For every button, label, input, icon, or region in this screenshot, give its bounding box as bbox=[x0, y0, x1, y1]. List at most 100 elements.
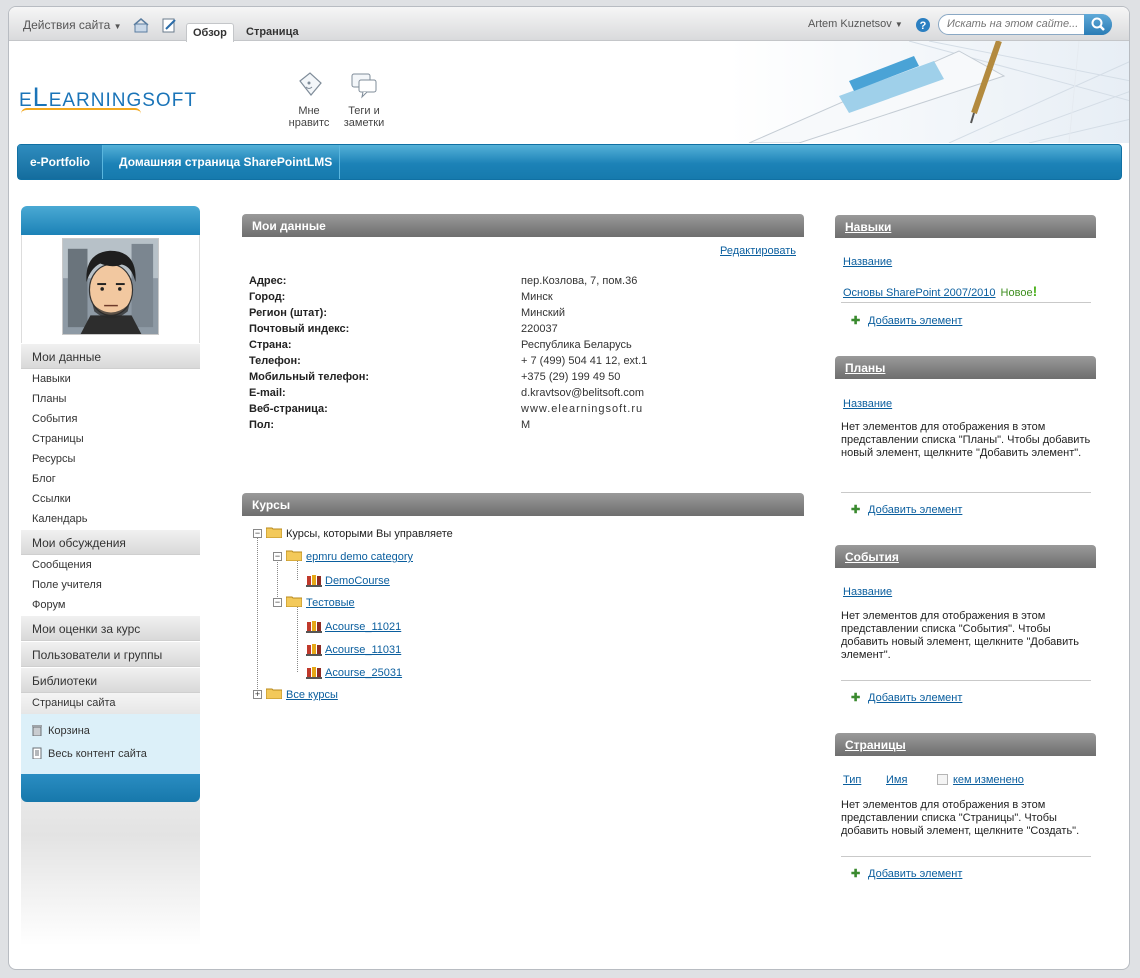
topnav-item-home[interactable]: Домашняя страница SharePointLMS bbox=[107, 145, 344, 179]
folder-icon bbox=[286, 596, 302, 607]
field-value-mobile: +375 (29) 199 49 50 bbox=[521, 371, 621, 383]
leftnav-item-plans[interactable]: Планы bbox=[21, 389, 200, 409]
avatar[interactable] bbox=[62, 238, 159, 335]
leftnav-group-discussions[interactable]: Мои обсуждения bbox=[21, 529, 200, 555]
leftnav-item-forum[interactable]: Форум bbox=[21, 595, 200, 615]
pages-title-link[interactable]: Страницы bbox=[845, 738, 906, 752]
search-input[interactable] bbox=[947, 18, 1085, 30]
avatar-container bbox=[21, 235, 200, 343]
events-column-name[interactable]: Название bbox=[843, 586, 892, 598]
course-link[interactable]: Acourse_11031 bbox=[325, 644, 401, 656]
leftnav-item-blog[interactable]: Блог bbox=[21, 469, 200, 489]
search-button[interactable] bbox=[1084, 14, 1112, 35]
field-label-zip: Почтовый индекс: bbox=[249, 323, 350, 335]
events-panel-title: События bbox=[835, 545, 1096, 568]
leftnav-item-skills[interactable]: Навыки bbox=[21, 369, 200, 389]
top-navigation: e-Portfolio Домашняя страница SharePoint… bbox=[17, 144, 1122, 180]
pages-empty-message: Нет элементов для отображения в этом пре… bbox=[841, 799, 1080, 837]
modified-by-link[interactable]: кем изменено bbox=[953, 774, 1024, 786]
field-label-mobile: Мобильный телефон: bbox=[249, 371, 370, 383]
site-actions-menu[interactable]: Действия сайта ▼ bbox=[23, 18, 122, 32]
user-name: Artem Kuznetsov bbox=[808, 18, 892, 30]
leftnav-group-grades[interactable]: Мои оценки за курс bbox=[21, 615, 200, 641]
field-value-gender: M bbox=[521, 419, 531, 431]
like-button[interactable]: Мне нравитс bbox=[279, 71, 339, 129]
leftnav-item-events[interactable]: События bbox=[21, 409, 200, 429]
field-label-gender: Пол: bbox=[249, 419, 275, 431]
logo-swoosh bbox=[21, 108, 141, 114]
leftnav-item-teacher-field[interactable]: Поле учителя bbox=[21, 575, 200, 595]
field-label-address: Адрес: bbox=[249, 275, 287, 287]
leftnav-item-site-pages[interactable]: Страницы сайта bbox=[21, 693, 200, 714]
skills-column-name[interactable]: Название bbox=[843, 256, 892, 268]
leftnav-group-libraries[interactable]: Библиотеки bbox=[21, 667, 200, 693]
leftnav-group-my-data[interactable]: Мои данные bbox=[21, 343, 200, 369]
like-label: Мне нравитс bbox=[288, 105, 330, 129]
tags-notes-button[interactable]: Теги и заметки bbox=[334, 71, 394, 129]
select-all-checkbox[interactable] bbox=[937, 774, 948, 785]
tree-node-managed-courses: Курсы, которыми Вы управляете bbox=[266, 527, 453, 545]
field-value-email: d.kravtsov@belitsoft.com bbox=[521, 387, 645, 399]
folder-icon bbox=[286, 550, 302, 561]
skill-item-link[interactable]: Основы SharePoint 2007/2010 bbox=[843, 287, 996, 299]
courses-panel-title: Курсы bbox=[242, 493, 804, 516]
field-value-country: Республика Беларусь bbox=[521, 339, 632, 351]
recycle-bin-icon bbox=[32, 725, 42, 736]
course-link[interactable]: Acourse_11021 bbox=[325, 621, 401, 633]
add-icon: ✚ bbox=[851, 868, 861, 880]
edit-link[interactable]: Редактировать bbox=[720, 245, 796, 257]
plans-add-button[interactable]: ✚ Добавить элемент bbox=[851, 503, 962, 516]
leftnav-item-pages[interactable]: Страницы bbox=[21, 429, 200, 449]
plans-title-link[interactable]: Планы bbox=[845, 361, 885, 375]
field-label-website: Веб-страница: bbox=[249, 403, 328, 415]
skills-list-item: Основы SharePoint 2007/2010 Новое! bbox=[843, 283, 1037, 299]
events-title-link[interactable]: События bbox=[845, 550, 899, 564]
help-icon[interactable]: ? bbox=[915, 17, 931, 33]
leftnav-group-users[interactable]: Пользователи и группы bbox=[21, 641, 200, 667]
skills-panel-title: Навыки bbox=[835, 215, 1096, 238]
tags-notes-icon bbox=[351, 73, 377, 99]
tree-node-course: Acourse_25031 bbox=[306, 665, 402, 683]
leftnav-item-calendar[interactable]: Календарь bbox=[21, 509, 200, 529]
skills-add-button[interactable]: ✚ Добавить элемент bbox=[851, 314, 962, 327]
field-value-zip: 220037 bbox=[521, 323, 558, 335]
add-icon: ✚ bbox=[851, 504, 861, 516]
tree-node-category: epmru demo category bbox=[286, 550, 413, 568]
tree-collapse-toggle[interactable]: − bbox=[273, 552, 282, 561]
tree-collapse-toggle[interactable]: − bbox=[253, 529, 262, 538]
navigate-up-icon[interactable] bbox=[133, 17, 149, 33]
category-link[interactable]: epmru demo category bbox=[306, 551, 413, 563]
tree-collapse-toggle[interactable]: − bbox=[273, 598, 282, 607]
skills-title-link[interactable]: Навыки bbox=[845, 220, 891, 234]
events-add-button[interactable]: ✚ Добавить элемент bbox=[851, 691, 962, 704]
add-link-label: Добавить элемент bbox=[868, 692, 963, 704]
leftnav-item-links[interactable]: Ссылки bbox=[21, 489, 200, 509]
tree-node-course: DemoCourse bbox=[306, 573, 390, 591]
edit-page-icon[interactable] bbox=[161, 17, 177, 33]
tree-expand-toggle[interactable]: + bbox=[253, 690, 262, 699]
tab-page[interactable]: Страница bbox=[240, 23, 305, 42]
leftnav-footer bbox=[21, 774, 200, 802]
course-link[interactable]: Acourse_25031 bbox=[325, 667, 402, 679]
leftnav-item-resources[interactable]: Ресурсы bbox=[21, 449, 200, 469]
course-icon bbox=[306, 667, 322, 679]
pages-panel-title: Страницы bbox=[835, 733, 1096, 756]
tab-browse[interactable]: Обзор bbox=[186, 23, 234, 42]
course-link[interactable]: DemoCourse bbox=[325, 575, 390, 587]
pages-add-button[interactable]: ✚ Добавить элемент bbox=[851, 867, 962, 880]
user-menu[interactable]: Artem Kuznetsov ▼ bbox=[808, 18, 903, 30]
pages-column-name[interactable]: Имя bbox=[886, 774, 907, 786]
plans-column-name[interactable]: Название bbox=[843, 398, 892, 410]
all-site-content-link[interactable]: Весь контент сайта bbox=[21, 745, 200, 768]
topnav-item-eportfolio[interactable]: e-Portfolio bbox=[18, 145, 103, 179]
all-courses-link[interactable]: Все курсы bbox=[286, 689, 338, 701]
search-icon bbox=[1091, 17, 1105, 31]
category-link[interactable]: Тестовые bbox=[306, 597, 355, 609]
tree-node-label: Курсы, которыми Вы управляете bbox=[286, 528, 453, 540]
divider bbox=[841, 680, 1091, 681]
add-icon: ✚ bbox=[851, 692, 861, 704]
recycle-bin-link[interactable]: Корзина bbox=[21, 722, 200, 745]
pages-column-type[interactable]: Тип bbox=[843, 774, 861, 786]
plans-panel-title: Планы bbox=[835, 356, 1096, 379]
leftnav-item-messages[interactable]: Сообщения bbox=[21, 555, 200, 575]
